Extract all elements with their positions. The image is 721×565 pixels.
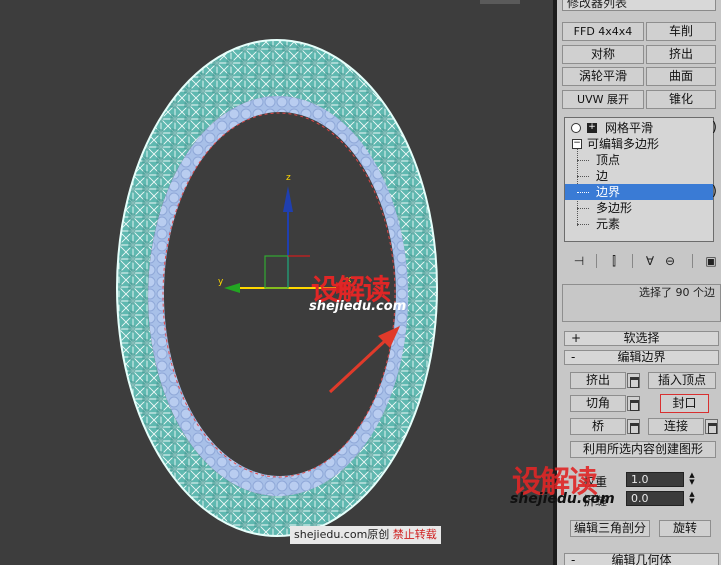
turn-button[interactable]: 旋转 <box>659 520 711 537</box>
collapse-minus-icon[interactable]: − <box>572 139 582 149</box>
symmetry-modifier-button[interactable]: 对称 <box>562 45 644 64</box>
edit-geometry-rollout[interactable]: - 编辑几何体 <box>564 553 719 565</box>
chamfer-button[interactable]: 切角 <box>570 395 626 412</box>
weight-spinner-arrows-icon[interactable]: ▲ ▼ <box>687 472 697 487</box>
command-panel: 修改器列表 FFD 4x4x4 车削 对称 挤出 涡轮平滑 曲面 UVW 展开 … <box>510 0 721 565</box>
selection-info-box: 选择了 90 个边 <box>562 284 721 322</box>
perspective-viewport[interactable]: z y x 设解读 shejiedu.com shejiedu.com原创 禁止… <box>0 0 553 565</box>
extrude-settings-icon[interactable] <box>627 373 640 388</box>
pin-bracket-icon: ) <box>711 120 717 135</box>
chamfer-settings-icon[interactable] <box>627 396 640 411</box>
axis-z-label: z <box>286 173 291 183</box>
edit-triangulation-button[interactable]: 编辑三角剖分 <box>570 520 650 537</box>
stack-item-element[interactable]: 元素 <box>565 216 713 232</box>
uvw-unwrap-modifier-button[interactable]: UVW 展开 <box>562 90 644 109</box>
selection-info-text: 选择了 90 个边 <box>639 286 715 299</box>
connect-button[interactable]: 连接 <box>648 418 704 435</box>
crease-spinner[interactable]: 0.0 <box>626 491 684 506</box>
edit-borders-rollout[interactable]: - 编辑边界 <box>564 350 719 365</box>
stack-toolbar: ⊣ ⫿ ∀ ⊖ ▣ <box>564 252 721 270</box>
bridge-settings-icon[interactable] <box>627 419 640 434</box>
pin-stack-icon[interactable]: ⊣ <box>569 252 589 270</box>
light-bulb-icon[interactable] <box>571 123 581 133</box>
stack-item-border[interactable]: 边界 ) <box>565 184 717 200</box>
stack-item-polygon[interactable]: 多边形 <box>565 200 713 216</box>
lathe-modifier-button[interactable]: 车削 <box>646 22 716 41</box>
extrude-button[interactable]: 挤出 <box>570 372 626 389</box>
extrude-modifier-button[interactable]: 挤出 <box>646 45 716 64</box>
watermark-site-viewport: shejiedu.com <box>309 299 407 314</box>
crease-spinner-arrows-icon[interactable]: ▲ ▼ <box>687 491 697 506</box>
expand-plus-icon[interactable]: + <box>587 123 597 133</box>
stack-item-edge[interactable]: 边 <box>565 168 713 184</box>
collapse-minus-icon: - <box>571 350 576 364</box>
weight-spinner[interactable]: 1.0 <box>626 472 684 487</box>
viewport-top-marker <box>480 0 520 4</box>
remove-modifier-icon[interactable]: ⊖ <box>660 252 680 270</box>
taper-modifier-button[interactable]: 锥化 <box>646 90 716 109</box>
insert-vertex-button[interactable]: 插入顶点 <box>648 372 716 389</box>
collapse-minus-icon: - <box>571 553 576 565</box>
create-shape-button[interactable]: 利用所选内容创建图形 <box>570 441 716 458</box>
expand-plus-icon: + <box>571 331 582 345</box>
credit-badge: shejiedu.com原创 禁止转载 <box>290 526 441 544</box>
modifier-stack: + 网格平滑 ) − 可编辑多边形 顶点 边 边界 ) 多边形 元素 <box>564 117 717 242</box>
watermark-site-panel: shejiedu.com <box>510 491 615 507</box>
pin-bracket-icon: ) <box>711 184 717 199</box>
bridge-button[interactable]: 桥 <box>570 418 626 435</box>
surface-modifier-button[interactable]: 曲面 <box>646 67 716 86</box>
configure-sets-icon[interactable]: ▣ <box>701 252 721 270</box>
axis-y-label: y <box>218 277 224 287</box>
turbosmooth-modifier-button[interactable]: 涡轮平滑 <box>562 67 644 86</box>
stack-item-meshsmooth[interactable]: + 网格平滑 ) <box>565 120 717 136</box>
connect-settings-icon[interactable] <box>705 419 718 434</box>
modifier-list-dropdown[interactable]: 修改器列表 <box>562 0 716 11</box>
viewport-canvas: z y x <box>116 39 438 537</box>
stack-item-editable-poly[interactable]: − 可编辑多边形 <box>565 136 713 152</box>
ffd-modifier-button[interactable]: FFD 4x4x4 <box>562 22 644 41</box>
stack-item-vertex[interactable]: 顶点 <box>565 152 713 168</box>
make-unique-icon[interactable]: ∀ <box>640 252 660 270</box>
show-end-result-icon[interactable]: ⫿ <box>604 252 624 270</box>
cap-button[interactable]: 封口 <box>660 394 709 413</box>
soft-selection-rollout[interactable]: + 软选择 <box>564 331 719 346</box>
